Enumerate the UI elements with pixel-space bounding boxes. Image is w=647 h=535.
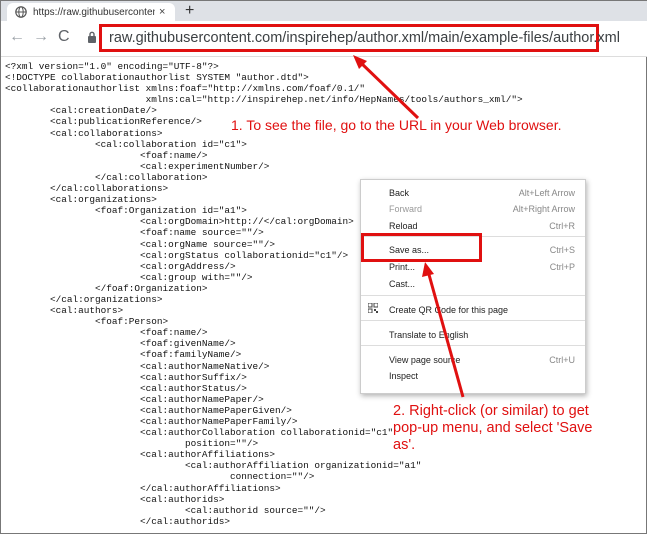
menu-item-shortcut: Ctrl+R	[549, 221, 575, 231]
source-line: connection=""/>	[5, 471, 315, 483]
source-line: <foaf:familyName/>	[5, 349, 242, 361]
menu-item-shortcut: Ctrl+U	[549, 355, 575, 365]
menu-item-print[interactable]: Print... Ctrl+P	[389, 260, 575, 274]
source-line: <cal:collaboration id="c1">	[5, 138, 247, 150]
menu-item-create-qr-code-for-this-page[interactable]: Create QR Code for this page	[389, 303, 575, 317]
source-line: <cal:experimentNumber/>	[5, 160, 270, 172]
new-tab-button[interactable]: +	[185, 2, 194, 20]
annotation-step2: 2. Right-click (or similar) to get pop-u…	[393, 403, 593, 453]
source-line: <foaf:name/>	[5, 149, 208, 161]
source-line: position=""/>	[5, 438, 259, 450]
source-line: <cal:orgAddress/>	[5, 260, 236, 272]
source-line: <cal:publicationReference/>	[5, 116, 202, 128]
source-line: </cal:authorids>	[5, 515, 231, 527]
source-line: <foaf:Person>	[5, 316, 169, 328]
source-line: <?xml version="1.0" encoding="UTF-8"?>	[5, 61, 219, 72]
source-line: <collaborationauthorlist xmlns:foaf="htt…	[5, 83, 366, 95]
source-line: <cal:authorSuffix/>	[5, 371, 247, 383]
source-line: <cal:authorids>	[5, 493, 225, 505]
menu-item-label: View page source	[389, 355, 461, 365]
browser-toolbar: ← → C raw.githubusercontent.com/inspireh…	[1, 21, 647, 57]
source-line: <cal:group with=""/>	[5, 271, 253, 283]
menu-item-label: Cast...	[389, 279, 416, 289]
source-line: xmlns:cal="http://inspirehep.net/info/He…	[5, 94, 523, 106]
source-line: </cal:collaboration>	[5, 171, 208, 183]
source-line: <cal:orgName source=""/>	[5, 238, 276, 250]
globe-icon	[15, 6, 27, 18]
source-line: <cal:authors>	[5, 305, 124, 317]
menu-separator	[361, 295, 585, 296]
menu-item-back[interactable]: Back Alt+Left Arrow	[389, 186, 575, 200]
tab-title: https://raw.githubusercontent.co	[33, 6, 155, 18]
context-menu: Back Alt+Left Arrow Forward Alt+Right Arrow…	[360, 179, 586, 394]
menu-item-inspect[interactable]: Inspect	[389, 369, 575, 383]
menu-item-view-page-source[interactable]: View page source Ctrl+U	[389, 353, 575, 367]
source-line: <foaf:name source=""/>	[5, 227, 264, 239]
save-as-highlight	[361, 233, 482, 262]
menu-item-label: Inspect	[389, 371, 419, 381]
source-line: <cal:authorNamePaperGiven/>	[5, 404, 292, 416]
url-text: raw.githubusercontent.com/inspirehep/aut…	[109, 30, 620, 46]
menu-item-label: Create QR Code for this page	[389, 305, 509, 315]
source-line: <cal:authorNamePaperFamily/>	[5, 416, 298, 427]
close-tab-icon[interactable]: ×	[159, 6, 165, 18]
tab-strip: https://raw.githubusercontent.co × +	[1, 1, 647, 21]
forward-button[interactable]: →	[33, 28, 49, 46]
source-line: <cal:creationDate/>	[5, 105, 157, 117]
address-bar[interactable]: raw.githubusercontent.com/inspirehep/aut…	[99, 24, 620, 52]
source-line: </cal:collaborations>	[5, 183, 169, 195]
menu-item-label: Print...	[389, 262, 416, 272]
source-line: </foaf:Organization>	[5, 282, 208, 294]
source-line: <cal:authorNamePaper/>	[5, 393, 264, 405]
menu-item-shortcut: Alt+Right Arrow	[512, 204, 575, 214]
qr-code-icon	[368, 303, 378, 313]
source-line: <cal:authorNameNative/>	[5, 360, 270, 372]
menu-separator	[361, 345, 585, 346]
menu-item-shortcut: Ctrl+S	[549, 245, 575, 255]
menu-item-label: Back	[389, 188, 410, 198]
source-line: <cal:authorCollaboration collaborationid…	[5, 427, 394, 439]
source-line: </cal:authorAffiliations>	[5, 482, 281, 494]
menu-item-translate-to-english[interactable]: Translate to English	[389, 328, 575, 342]
menu-item-shortcut: Ctrl+P	[549, 262, 575, 272]
menu-item-shortcut: Alt+Left Arrow	[518, 188, 575, 198]
source-line: <foaf:Organization id="a1">	[5, 205, 247, 217]
menu-item-cast[interactable]: Cast...	[389, 277, 575, 291]
annotation-step1: 1. To see the file, go to the URL in you…	[231, 117, 562, 133]
lock-icon[interactable]	[87, 31, 97, 43]
menu-item-label: Reload	[389, 221, 418, 231]
source-line: <cal:orgDomain>http://</cal:orgDomain>	[5, 216, 354, 228]
back-button[interactable]: ←	[9, 28, 25, 46]
reload-button[interactable]: C	[58, 28, 70, 46]
menu-item-label: Forward	[389, 204, 423, 214]
source-line: <cal:orgStatus collaborationid="c1"/>	[5, 249, 349, 261]
source-line: <cal:authorAffiliations>	[5, 449, 276, 461]
source-line: <foaf:givenName/>	[5, 338, 236, 350]
source-line: </cal:organizations>	[5, 293, 163, 305]
source-line: <!DOCTYPE collaborationauthorlist SYSTEM…	[5, 72, 309, 84]
source-line: <cal:authorid source=""/>	[5, 504, 326, 516]
source-line: <cal:authorStatus/>	[5, 382, 247, 394]
browser-tab[interactable]: https://raw.githubusercontent.co ×	[7, 3, 175, 21]
menu-item-label: Translate to English	[389, 330, 469, 340]
menu-item-reload[interactable]: Reload Ctrl+R	[389, 219, 575, 233]
menu-item-forward[interactable]: Forward Alt+Right Arrow	[389, 202, 575, 216]
source-line: <cal:authorAffiliation organizationid="a…	[5, 460, 422, 472]
source-line: <cal:organizations>	[5, 194, 157, 206]
menu-separator	[361, 320, 585, 321]
source-line: <cal:collaborations>	[5, 127, 163, 139]
source-line: <foaf:name/>	[5, 327, 208, 339]
